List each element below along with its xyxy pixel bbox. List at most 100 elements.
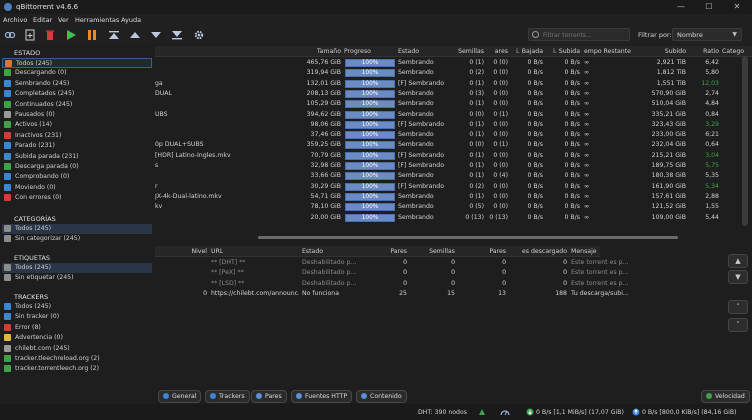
sidebar-status-item[interactable]: Sembrando (245)	[2, 79, 152, 89]
table-row[interactable]: DUAL 208,13 GiB 100% Sembrando 0 (3) 0 (0) 0 B…	[155, 89, 752, 99]
sidebar-status-item[interactable]: Activos (14)	[2, 120, 152, 130]
table-row[interactable]: 0p DUAL+SUBS 359,25 GiB 100% Sembrando 0 (0)…	[155, 140, 752, 150]
table-row[interactable]: JX-4k-Dual-latino.mkv 54,71 GiB 100% Sembra…	[155, 192, 752, 202]
menu-editar[interactable]: Editar	[33, 16, 52, 24]
search-input[interactable]	[543, 30, 627, 40]
move-bottom-icon[interactable]	[171, 29, 183, 41]
speed-button[interactable]: Velocidad	[701, 390, 750, 403]
sidebar-status-item[interactable]: Todos (245)	[2, 58, 152, 68]
column-header[interactable]: i. Bajada	[516, 48, 543, 55]
column-header[interactable]: Ratio	[703, 48, 719, 55]
cell-ratio: 1,55	[705, 203, 719, 211]
menu-ayuda[interactable]: Ayuda	[121, 16, 141, 24]
tracker-row[interactable]: ** [PeX] ** Deshabilitado p... 0 0 0 0 Este to…	[155, 268, 628, 278]
sidebar-tracker-item[interactable]: tracker.torrentleech.org (2)	[2, 364, 152, 374]
sidebar-status-item[interactable]: Descargando (0)	[2, 68, 152, 78]
tracker-column-header[interactable]: Pares	[489, 248, 506, 255]
table-row[interactable]: 465,76 GiB 100% Sembrando 0 (1) 0 (0) 0 B/s 0 …	[155, 58, 752, 68]
menu-archivo[interactable]: Archivo	[3, 16, 27, 24]
column-header[interactable]: Estado	[398, 48, 419, 55]
move-top-icon[interactable]	[108, 29, 120, 41]
settings-gear-icon[interactable]	[193, 29, 205, 41]
tracker-column-header[interactable]: Semillas	[429, 248, 455, 255]
sidebar-tracker-item[interactable]: tracker.tleechreload.org (2)	[2, 354, 152, 364]
table-row[interactable]: s 32,98 GiB 100% [F] Sembrando 0 (1) 0 (0) 0 B…	[155, 161, 752, 171]
tracker-row[interactable]: 0 https://chilebt.com/announc... No funcio…	[155, 289, 629, 299]
move-down-icon[interactable]	[150, 29, 162, 41]
tracker-move-up-button[interactable]: ▲	[728, 254, 748, 268]
table-row[interactable]: kv 78,10 GiB 100% Sembrando 0 (5) 0 (0) 0 B/s 0…	[155, 202, 752, 212]
add-torrent-link-icon[interactable]	[4, 29, 16, 41]
tracker-column-header[interactable]: Mensaje	[571, 248, 597, 255]
speed-limit-icon[interactable]	[500, 408, 510, 416]
minimize-button[interactable]: —	[672, 2, 690, 12]
tracker-column-header[interactable]: Pares	[390, 248, 407, 255]
table-row[interactable]: 37,46 GiB 100% Sembrando 0 (1) 0 (0) 0 B/s 0 B…	[155, 130, 752, 140]
tracker-up-button[interactable]: ˄	[728, 300, 748, 314]
sidebar-status-item[interactable]: Pausados (0)	[2, 110, 152, 120]
column-header[interactable]: empo Restante	[584, 48, 631, 55]
move-up-icon[interactable]	[129, 29, 141, 41]
column-header[interactable]: Progreso	[344, 48, 371, 55]
menu-ver[interactable]: Ver	[58, 16, 69, 24]
tracker-column-header[interactable]: Nivel	[191, 248, 207, 255]
add-torrent-file-icon[interactable]	[24, 29, 36, 41]
column-header[interactable]: Catego	[722, 48, 744, 55]
table-row[interactable]: UBS 394,62 GiB 100% Sembrando 0 (0) 0 (1) 0 B/…	[155, 110, 752, 120]
sidebar-status-item[interactable]: Comprobando (0)	[2, 172, 152, 182]
table-row[interactable]: 33,66 GiB 100% Sembrando 0 (1) 0 (4) 0 B/s 0 B…	[155, 171, 752, 181]
resume-icon[interactable]	[65, 29, 77, 41]
sidebar-status-item[interactable]: Subida parada (231)	[2, 152, 152, 162]
sidebar-status-item[interactable]: Parado (231)	[2, 141, 152, 151]
column-header[interactable]: ares	[495, 48, 508, 55]
sidebar-tracker-item[interactable]: Advertencia (0)	[2, 333, 152, 343]
tracker-move-down-button[interactable]: ▼	[728, 270, 748, 284]
sidebar-status-item[interactable]: Continuados (245)	[2, 100, 152, 110]
tab-trackers[interactable]: Trackers	[205, 390, 250, 403]
table-row[interactable]: [HDR] Latino-Ingles.mkv 70,79 GiB 100% [F] …	[155, 151, 752, 161]
column-header[interactable]: Subido	[665, 48, 686, 55]
tracker-column-header[interactable]: es descargado	[522, 248, 567, 255]
sidebar-status-item[interactable]: Inactivos (231)	[2, 131, 152, 141]
table-row[interactable]: r 30,29 GiB 100% [F] Sembrando 0 (2) 0 (0) 0 B…	[155, 182, 752, 192]
tab-general[interactable]: General	[158, 390, 202, 403]
sidebar-tracker-item[interactable]: Todos (245)	[2, 302, 152, 312]
sidebar-tag-item[interactable]: Sin etiquetar (245)	[2, 273, 152, 283]
column-header[interactable]: Tamaño	[317, 48, 341, 55]
connection-status-icon[interactable]	[478, 408, 486, 416]
table-row[interactable]: 20,00 GiB 100% Sembrando 0 (13) 0 (13) 0 B/s 0…	[155, 213, 752, 223]
delete-icon[interactable]	[44, 29, 56, 41]
vertical-scrollbar[interactable]	[742, 56, 748, 226]
sidebar-tracker-item[interactable]: chilebt.com (245)	[2, 344, 152, 354]
sidebar-category-item[interactable]: Sin categorizar (245)	[2, 234, 152, 244]
tab-content[interactable]: Contenido	[356, 390, 407, 403]
table-row[interactable]: 105,29 GiB 100% Sembrando 0 (1) 0 (0) 0 B/s 0 …	[155, 99, 752, 109]
sidebar-status-item[interactable]: Completados (245)	[2, 89, 152, 99]
tab-http-sources[interactable]: Fuentes HTTP	[291, 390, 353, 403]
column-header[interactable]: i. Subida	[553, 48, 580, 55]
tracker-row[interactable]: ** [DHT] ** Deshabilitado p... 0 0 0 0 Este to…	[155, 258, 628, 268]
maximize-button[interactable]: ☐	[700, 2, 718, 12]
tracker-down-button[interactable]: ˅	[728, 318, 748, 332]
horizontal-scrollbar[interactable]	[258, 236, 678, 239]
tracker-row[interactable]: ** [LSD] ** Deshabilitado p... 0 0 0 0 Este to…	[155, 279, 628, 289]
sidebar-status-item[interactable]: Descarga parada (0)	[2, 162, 152, 172]
table-row[interactable]: 98,06 GiB 100% [F] Sembrando 0 (1) 0 (0) 0 B/…	[155, 120, 752, 130]
search-box[interactable]	[528, 28, 630, 41]
table-row[interactable]: 319,94 GiB 100% Sembrando 0 (2) 0 (0) 0 B/s 0 …	[155, 68, 752, 78]
tracker-column-header[interactable]: URL	[211, 248, 223, 255]
column-header[interactable]: Semillas	[458, 48, 484, 55]
menu-herramientas[interactable]: Herramientas	[75, 16, 119, 24]
sidebar-category-item[interactable]: Todos (245)	[2, 224, 152, 234]
tracker-column-header[interactable]: Estado	[302, 248, 323, 255]
sidebar-status-item[interactable]: Con errores (0)	[2, 193, 152, 203]
sidebar-tag-item[interactable]: Todos (245)	[2, 263, 152, 273]
pause-icon[interactable]	[86, 29, 98, 41]
sidebar-status-item[interactable]: Moviendo (0)	[2, 183, 152, 193]
table-row[interactable]: ga 132,01 GiB 100% [F] Sembrando 0 (1) 0 (0) 0…	[155, 79, 752, 89]
filter-select[interactable]: Nombre ▼	[672, 28, 742, 41]
sidebar-tracker-item[interactable]: Sin tracker (0)	[2, 312, 152, 322]
close-button[interactable]: ✕	[728, 2, 746, 12]
tab-peers[interactable]: Pares	[251, 390, 287, 403]
sidebar-tracker-item[interactable]: Error (8)	[2, 323, 152, 333]
